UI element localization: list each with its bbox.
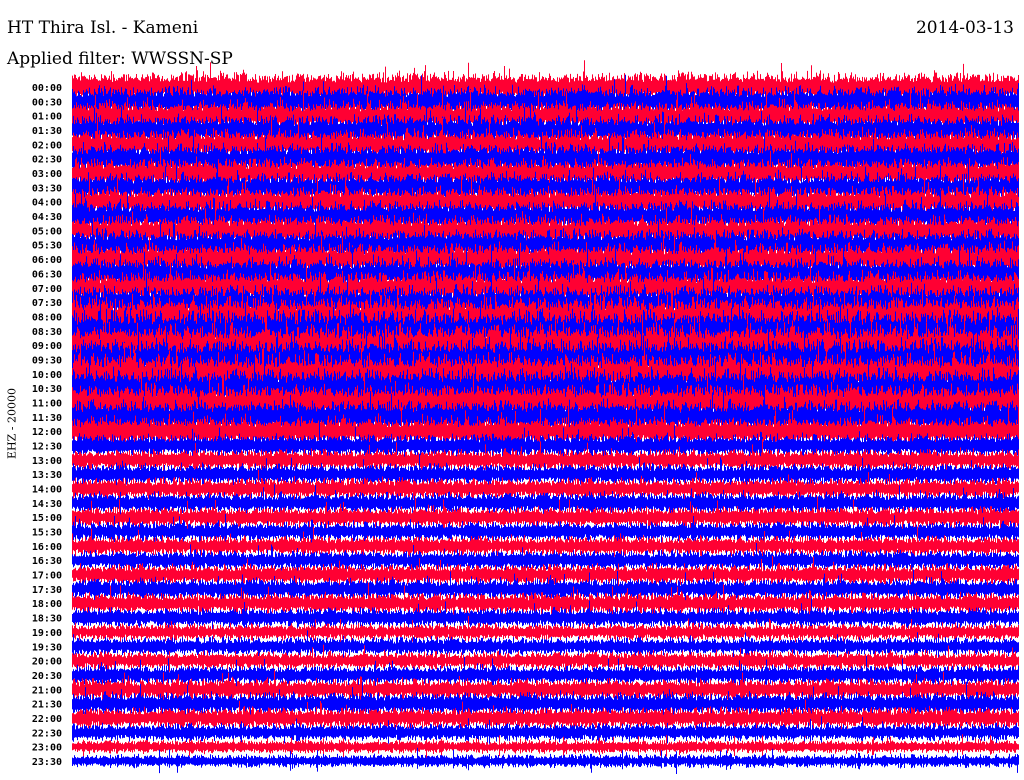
row-time-label: 19:30 [32, 642, 62, 653]
row-time-label: 13:00 [32, 456, 62, 467]
row-time-label: 16:30 [32, 556, 62, 567]
row-time-label: 21:30 [32, 700, 62, 711]
row-time-label: 05:30 [32, 241, 62, 252]
row-time-label: 12:00 [32, 427, 62, 438]
row-time-label: 00:30 [32, 97, 62, 108]
row-time-label: 07:30 [32, 298, 62, 309]
row-time-label: 03:00 [32, 169, 62, 180]
row-time-label: 18:00 [32, 599, 62, 610]
row-time-label: 06:00 [32, 255, 62, 266]
row-time-label: 13:30 [32, 470, 62, 481]
row-time-label: 04:00 [32, 198, 62, 209]
row-time-label: 07:00 [32, 284, 62, 295]
row-time-label: 23:00 [32, 743, 62, 754]
row-time-label: 02:30 [32, 155, 62, 166]
row-time-label: 20:30 [32, 671, 62, 682]
row-time-label: 01:00 [32, 112, 62, 123]
row-time-label: 06:30 [32, 269, 62, 280]
row-time-label: 11:30 [32, 413, 62, 424]
row-time-label: 10:30 [32, 384, 62, 395]
row-time-label: 17:00 [32, 571, 62, 582]
row-time-label: 12:30 [32, 442, 62, 453]
row-time-label: 20:00 [32, 657, 62, 668]
row-time-label: 01:30 [32, 126, 62, 137]
row-time-label: 19:00 [32, 628, 62, 639]
row-time-label: 22:30 [32, 728, 62, 739]
helicorder-plot: 00:00 00:30 01:00 01:30 02:00 02:30 03:00 03:30… [32, 60, 1019, 774]
row-time-label: 15:30 [32, 528, 62, 539]
row-time-label: 16:00 [32, 542, 62, 553]
row-time-label: 22:00 [32, 714, 62, 725]
row-time-label: 23:30 [32, 757, 62, 768]
row-time-label: 14:00 [32, 485, 62, 496]
row-time-label: 21:00 [32, 685, 62, 696]
row-time-label: 10:00 [32, 370, 62, 381]
row-time-label: 02:00 [32, 140, 62, 151]
row-time-label: 18:30 [32, 614, 62, 625]
row-time-label: 08:30 [32, 327, 62, 338]
row-time-label: 08:00 [32, 312, 62, 323]
row-time-label: 17:30 [32, 585, 62, 596]
row-time-label: 15:00 [32, 513, 62, 524]
row-time-label: 09:30 [32, 355, 62, 366]
row-time-label: 11:00 [32, 398, 62, 409]
row-time-label: 04:30 [32, 212, 62, 223]
row-time-label: 09:00 [32, 341, 62, 352]
row-time-label: 03:30 [32, 183, 62, 194]
row-time-label: 05:00 [32, 226, 62, 237]
row-time-label: 00:00 [32, 83, 62, 94]
row-time-label: 14:30 [32, 499, 62, 510]
